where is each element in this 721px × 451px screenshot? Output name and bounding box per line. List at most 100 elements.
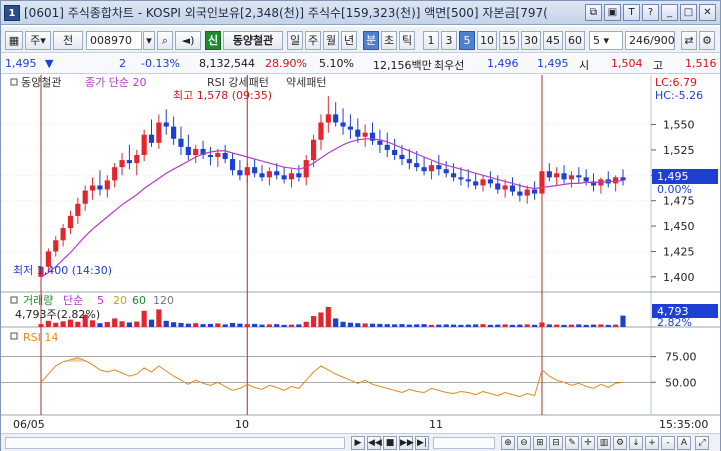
volume-bar [89, 320, 96, 327]
period-month-button[interactable]: 월 [323, 31, 339, 50]
volume-bar [119, 321, 125, 327]
hc-label: HC:-5.26 [655, 89, 703, 102]
volume-legend-ma20: 20 [113, 294, 127, 307]
volume-bar [178, 322, 184, 327]
quote-priority-label: 최우선 [434, 59, 465, 72]
title-bar[interactable]: 1 [0601] 주식종합차트 - KOSPI 외국인보유[2,348(천)] … [1, 1, 720, 25]
interval-select[interactable]: 5 ▾ [589, 31, 623, 50]
volume-bar [355, 323, 361, 327]
scroll-right-icon[interactable]: ▶ [351, 436, 365, 450]
font-icon[interactable]: A [677, 436, 691, 450]
sound-icon[interactable]: ◄) [175, 31, 201, 50]
restore-icon[interactable]: ▣ [604, 4, 621, 21]
volume-bar [487, 324, 493, 327]
interval-45-button[interactable]: 45 [543, 31, 563, 50]
volume-bar [443, 324, 449, 327]
search-icon[interactable]: ⌕ [157, 31, 173, 50]
price-tick-label: 1,425 [663, 245, 695, 258]
candle-body [178, 138, 184, 147]
close-icon[interactable]: ✕ [699, 4, 716, 21]
count-display[interactable]: 246/900 [625, 31, 675, 50]
price-tick-label: 1,400 [663, 271, 695, 284]
time-label-11: 11 [429, 418, 443, 431]
volume-bar [215, 323, 221, 327]
candle-body [119, 160, 125, 168]
volume-bar [347, 322, 353, 327]
zoom-track[interactable] [433, 437, 495, 449]
volume-bar [296, 324, 302, 327]
rsi-tick-label: 75.00 [665, 351, 697, 364]
candle-body [450, 173, 457, 178]
font-decrease-icon[interactable]: - [661, 436, 675, 450]
crosshair-icon[interactable]: ✛ [581, 436, 595, 450]
rsi-tick-label: 50.00 [665, 376, 697, 389]
stock-code-dropdown-icon[interactable]: ▾ [143, 31, 155, 50]
fit-icon[interactable]: ⊞ [533, 436, 547, 450]
volume-bar [414, 324, 420, 327]
stop-icon[interactable]: ■ [383, 436, 397, 450]
candle-body [554, 173, 560, 178]
interval-15-button[interactable]: 15 [499, 31, 519, 50]
settings-gear-icon[interactable]: ⚙ [613, 436, 627, 450]
change-down-icon: ▼ [45, 57, 54, 70]
candle-body [568, 175, 575, 180]
rewind-icon[interactable]: ◀◀ [367, 436, 382, 450]
interval-1-button[interactable]: 1 [423, 31, 439, 50]
volume-legend-ma5: 5 [97, 294, 104, 307]
fast-forward-icon[interactable]: ▶▶ [399, 436, 414, 450]
zoom-in-icon[interactable]: ⊕ [501, 436, 515, 450]
grid-toggle-icon[interactable]: ▦ [5, 31, 23, 50]
volume-bar [546, 324, 552, 327]
candle-body [576, 175, 582, 178]
volume-bar [561, 324, 567, 327]
expand-icon[interactable]: ⤢ [695, 436, 709, 450]
volume-bar [399, 324, 405, 327]
period-second-button[interactable]: 초 [381, 31, 397, 50]
period-day-button[interactable]: 일 [287, 31, 303, 50]
tool-icon[interactable]: ✎ [565, 436, 579, 450]
horizontal-scroll-track[interactable] [5, 437, 345, 449]
volume-legend-title: 거래량 [23, 294, 53, 307]
period-year-button[interactable]: 년 [341, 31, 357, 50]
minimize-icon[interactable]: _ [661, 4, 678, 21]
chart-area[interactable]: 1,5501,5251,5001,4751,4501,4251,400 75.0… [1, 75, 720, 433]
period-week-button[interactable]: 주 [305, 31, 321, 50]
volume-bar [554, 324, 560, 327]
quote-change-pct: -0.13% [141, 57, 180, 70]
interval-60-button[interactable]: 60 [565, 31, 585, 50]
chart-svg[interactable]: 1,5501,5251,5001,4751,4501,4251,400 75.0… [1, 75, 720, 433]
font-increase-icon[interactable]: + [645, 436, 659, 450]
candle-body [399, 155, 405, 160]
prev-button[interactable]: 전 [53, 31, 83, 50]
interval-5-button[interactable]: 5 [459, 31, 475, 50]
interval-30-button[interactable]: 30 [521, 31, 541, 50]
volume-bar [384, 324, 390, 327]
split-icon[interactable]: ⊟ [549, 436, 563, 450]
legend-stock: 동양철관 [21, 76, 61, 89]
stock-code-input[interactable]: 008970 [86, 31, 142, 50]
volume-bar [156, 309, 162, 327]
volume-bar [163, 320, 169, 327]
step-icon[interactable]: ▶| [415, 436, 429, 450]
help-icon[interactable]: ? [642, 4, 659, 21]
period-minute-button[interactable]: 분 [363, 31, 379, 50]
candle-body [414, 163, 420, 168]
market-select[interactable]: 주▾ [25, 31, 51, 50]
compare-icon[interactable]: ⇄ [681, 31, 697, 50]
maximize-icon[interactable]: □ [680, 4, 697, 21]
arrow-down-icon[interactable]: ↓ [629, 436, 643, 450]
volume-bar [38, 324, 44, 327]
text-size-icon[interactable]: T [623, 4, 640, 21]
candle-body [436, 165, 442, 170]
interval-10-button[interactable]: 10 [477, 31, 497, 50]
interval-3-button[interactable]: 3 [441, 31, 457, 50]
zoom-out-icon[interactable]: ⊖ [517, 436, 531, 450]
volume-bar [171, 322, 177, 327]
chart-type-icon[interactable]: ▥ [597, 436, 611, 450]
volume-legend-ma60: 60 [132, 294, 146, 307]
link-icon[interactable]: ⧉ [585, 4, 602, 21]
candle-body [303, 160, 309, 178]
settings-icon[interactable]: ⚙ [699, 31, 715, 50]
candle-body [53, 240, 59, 252]
period-tick-button[interactable]: 틱 [399, 31, 415, 50]
